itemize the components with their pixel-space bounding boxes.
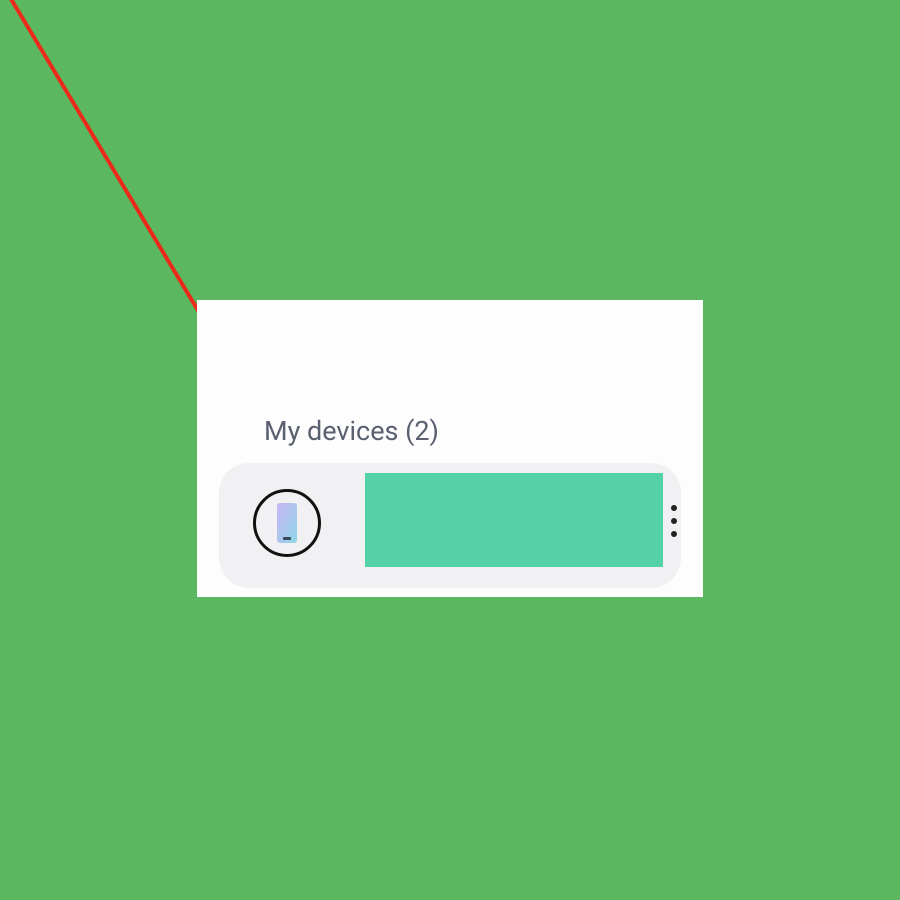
- device-name-redacted: [365, 473, 663, 567]
- more-options-icon[interactable]: [671, 505, 677, 537]
- devices-panel: My devices (2): [197, 300, 703, 597]
- section-title: My devices (2): [264, 415, 439, 447]
- phone-icon: [276, 502, 298, 544]
- device-icon-circle: [253, 489, 321, 557]
- device-row[interactable]: [219, 463, 681, 588]
